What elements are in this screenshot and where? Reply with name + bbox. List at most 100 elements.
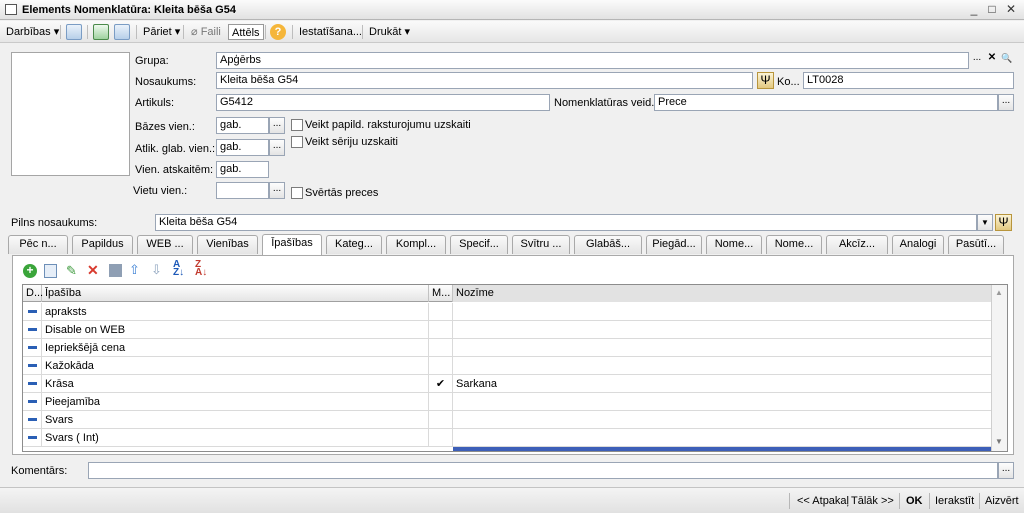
- meaning-cell[interactable]: [453, 303, 993, 321]
- maximize-button[interactable]: □: [984, 2, 1000, 17]
- col-meaning-header[interactable]: Nozīme: [453, 285, 993, 302]
- mandatory-cell[interactable]: [429, 303, 453, 321]
- ok-button[interactable]: OK: [906, 493, 923, 509]
- mark-icon[interactable]: [109, 264, 122, 277]
- table-row[interactable]: Disable on WEB: [23, 321, 993, 339]
- place-unit-select-button[interactable]: ...: [269, 182, 285, 199]
- type-field[interactable]: Prece: [654, 94, 998, 111]
- close-window-button[interactable]: ✕: [1003, 2, 1019, 17]
- add-icon[interactable]: +: [23, 264, 37, 278]
- mandatory-cell[interactable]: [429, 393, 453, 411]
- place-unit-field[interactable]: [216, 182, 269, 199]
- mandatory-cell[interactable]: ✔: [429, 375, 453, 393]
- name-field[interactable]: Kleita bēša G54: [216, 72, 753, 89]
- meaning-cell[interactable]: [453, 357, 993, 375]
- report-unit-field[interactable]: gab.: [216, 161, 269, 178]
- tab-specif[interactable]: Specif...: [450, 235, 508, 254]
- print-menu[interactable]: Drukāt ▾: [366, 24, 413, 40]
- storage-unit-select-button[interactable]: ...: [269, 139, 285, 156]
- property-cell[interactable]: apraksts: [42, 303, 429, 321]
- type-select-button[interactable]: ...: [998, 94, 1014, 111]
- save-button[interactable]: Ierakstīt: [935, 493, 974, 509]
- next-button[interactable]: Tālāk >>: [851, 493, 894, 509]
- mandatory-cell[interactable]: [429, 429, 453, 447]
- code-field[interactable]: LT0028: [803, 72, 1014, 89]
- comment-select-button[interactable]: ...: [998, 462, 1014, 479]
- move-up-icon[interactable]: ⇧: [129, 262, 140, 278]
- property-cell[interactable]: Pieejamība: [42, 393, 429, 411]
- mandatory-cell[interactable]: [429, 321, 453, 339]
- image-button[interactable]: Attēls: [228, 24, 264, 40]
- tab-pasuti[interactable]: Pasūtī...: [948, 235, 1004, 254]
- search-icon[interactable]: 🔍: [999, 52, 1015, 69]
- tab-kompl[interactable]: Kompl...: [386, 235, 446, 254]
- tab-nome-2[interactable]: Nome...: [766, 235, 822, 254]
- help-icon[interactable]: ?: [270, 24, 286, 40]
- fullname-field[interactable]: Kleita bēša G54: [155, 214, 977, 231]
- edit-icon[interactable]: ✎: [66, 263, 77, 279]
- tab-papildus[interactable]: Papildus: [72, 235, 133, 254]
- delete-icon[interactable]: ✕: [87, 262, 99, 279]
- tab-vienibas[interactable]: Vienības: [197, 235, 258, 254]
- minimize-button[interactable]: _: [966, 2, 982, 17]
- sort-ascending-icon[interactable]: A Z↓: [173, 260, 184, 278]
- mandatory-cell[interactable]: [429, 411, 453, 429]
- table-row[interactable]: Svars: [23, 411, 993, 429]
- scroll-down-icon[interactable]: ▼: [995, 437, 1003, 446]
- move-down-icon[interactable]: ⇩: [151, 262, 162, 278]
- table-row[interactable]: apraksts: [23, 303, 993, 321]
- tab-pec-n[interactable]: Pēc n...: [8, 235, 68, 254]
- mandatory-cell[interactable]: [429, 357, 453, 375]
- tab-akciz[interactable]: Akcīz...: [826, 235, 888, 254]
- back-button[interactable]: << Atpakaļ: [797, 493, 849, 509]
- close-button[interactable]: Aizvērt: [985, 493, 1019, 509]
- meaning-cell[interactable]: [453, 393, 993, 411]
- table-row[interactable]: Iepriekšējā cena: [23, 339, 993, 357]
- base-unit-field[interactable]: gab.: [216, 117, 269, 134]
- property-cell[interactable]: Iepriekšējā cena: [42, 339, 429, 357]
- mandatory-cell[interactable]: [429, 339, 453, 357]
- col-m-header[interactable]: M...: [429, 285, 453, 302]
- table-row[interactable]: Krāsa ✔ Sarkana: [23, 375, 993, 393]
- files-button[interactable]: ⌀ Faili: [188, 24, 224, 40]
- edit-name-icon[interactable]: Ψ: [757, 72, 774, 89]
- serial-tracking-checkbox[interactable]: [291, 136, 303, 148]
- clear-icon[interactable]: ✕: [984, 52, 1000, 69]
- copy-icon[interactable]: [114, 24, 130, 40]
- tab-web[interactable]: WEB ...: [137, 235, 193, 254]
- weighted-goods-checkbox[interactable]: [291, 187, 303, 199]
- vertical-scrollbar[interactable]: ▲ ▼: [991, 285, 1007, 451]
- actions-menu[interactable]: Darbības ▾: [3, 24, 62, 40]
- tab-piegad[interactable]: Piegād...: [646, 235, 702, 254]
- meaning-cell[interactable]: [453, 339, 993, 357]
- article-field[interactable]: G5412: [216, 94, 550, 111]
- edit-fullname-icon[interactable]: Ψ: [995, 214, 1012, 231]
- col-property-header[interactable]: Īpašība: [42, 285, 429, 302]
- tab-kateg[interactable]: Kateg...: [326, 235, 382, 254]
- meaning-cell[interactable]: [453, 321, 993, 339]
- table-row[interactable]: Pieejamība: [23, 393, 993, 411]
- fullname-dropdown-icon[interactable]: ▼: [977, 214, 993, 231]
- property-cell[interactable]: Disable on WEB: [42, 321, 429, 339]
- property-cell[interactable]: Svars ( Int): [42, 429, 429, 447]
- tab-nome-1[interactable]: Nome...: [706, 235, 762, 254]
- meaning-cell[interactable]: [453, 411, 993, 429]
- meaning-cell[interactable]: Sarkana: [453, 375, 993, 393]
- tab-analogi[interactable]: Analogi: [892, 235, 944, 254]
- tab-ipasibas[interactable]: Īpašības: [262, 234, 322, 255]
- settings-button[interactable]: Iestatīšana...: [296, 24, 365, 40]
- col-d-header[interactable]: D...: [23, 285, 43, 302]
- goto-menu[interactable]: Pāriet ▾: [140, 24, 183, 40]
- group-select-button[interactable]: ...: [969, 52, 985, 69]
- scroll-up-icon[interactable]: ▲: [995, 288, 1003, 297]
- item-image-box[interactable]: [11, 52, 130, 176]
- tab-glabas[interactable]: Glabāš...: [574, 235, 642, 254]
- refresh-icon[interactable]: [93, 24, 109, 40]
- group-field[interactable]: Apģērbs: [216, 52, 969, 69]
- copy-row-icon[interactable]: [44, 264, 57, 278]
- table-row[interactable]: Kažokāda: [23, 357, 993, 375]
- property-cell[interactable]: Svars: [42, 411, 429, 429]
- sort-descending-icon[interactable]: Z A↓: [195, 260, 207, 278]
- comment-field[interactable]: [88, 462, 998, 479]
- meaning-cell[interactable]: [453, 429, 993, 447]
